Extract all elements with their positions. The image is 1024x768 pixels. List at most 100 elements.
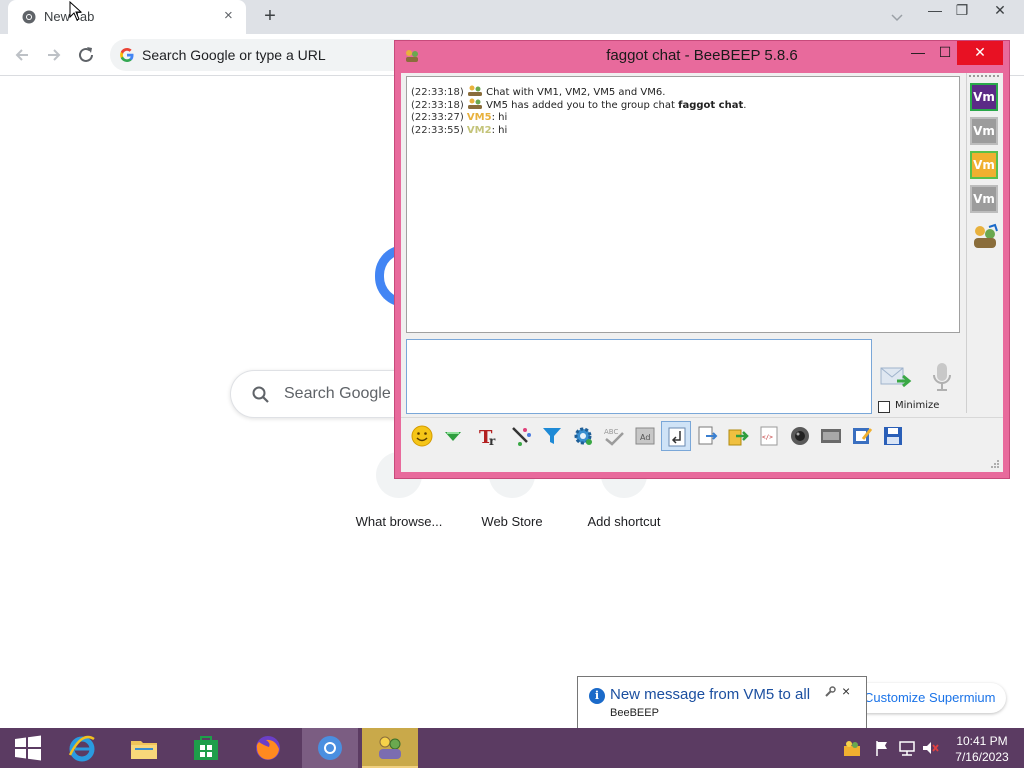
- taskbar-file-explorer[interactable]: [116, 728, 172, 768]
- message-text: .: [743, 100, 747, 111]
- mouse-cursor-icon: [69, 1, 83, 21]
- group-chat-icon: [467, 98, 482, 109]
- text-completer-icon: Ad: [635, 427, 655, 445]
- tab-search-chevron-icon[interactable]: [888, 8, 906, 26]
- browser-minimize-button[interactable]: —: [921, 0, 949, 22]
- network-icon[interactable]: [897, 738, 917, 758]
- start-button[interactable]: [0, 728, 56, 768]
- notification-title: New message from VM5 to all: [610, 686, 811, 703]
- user-list-panel: Vm Vm Vm Vm: [966, 73, 1000, 413]
- user-avatar[interactable]: Vm: [970, 83, 998, 111]
- svg-text:r: r: [489, 434, 496, 447]
- svg-text:ABC: ABC: [604, 428, 618, 436]
- chrome-icon: [22, 10, 36, 24]
- notification-body: BeeBEEP: [610, 707, 659, 719]
- shortcut-label: What browse...: [355, 514, 443, 529]
- taskbar-firefox[interactable]: [240, 728, 296, 768]
- beebeep-maximize-button[interactable]: ☐: [930, 41, 960, 65]
- chat-message: (22:33:55) VM2: hi: [411, 124, 955, 137]
- notes-edit-icon: [853, 428, 873, 444]
- film-strip-icon: [821, 429, 841, 443]
- beebeep-group-icon: [379, 736, 401, 759]
- floppy-disk-icon: [884, 427, 902, 445]
- message-time: (22:33:18): [411, 87, 464, 98]
- firefox-icon: [256, 736, 280, 760]
- customize-button[interactable]: Customize Supermium: [850, 683, 1006, 713]
- taskbar-internet-explorer[interactable]: [54, 728, 110, 768]
- forward-arrow-icon[interactable]: [43, 44, 65, 66]
- camera-lens-icon: [791, 427, 809, 445]
- font-color-button[interactable]: [506, 421, 536, 451]
- gear-icon: [574, 427, 592, 445]
- message-time: (22:33:18): [411, 100, 464, 111]
- resize-grip-icon[interactable]: [990, 459, 1000, 469]
- font-button[interactable]: Tr: [475, 421, 505, 451]
- taskbar-browser[interactable]: [302, 728, 358, 768]
- message-sender[interactable]: VM5: [467, 112, 492, 123]
- save-chat-button[interactable]: [692, 421, 722, 451]
- notification-close-button[interactable]: ×: [842, 683, 850, 699]
- taskbar-store[interactable]: [178, 728, 234, 768]
- send-message-icon[interactable]: [879, 363, 913, 393]
- clock-date: 7/16/2023: [955, 750, 1009, 764]
- back-arrow-icon[interactable]: [11, 44, 33, 66]
- taskbar: 10:41 PM 7/16/2023: [0, 728, 1024, 768]
- shortcut-label: Add shortcut: [587, 514, 661, 529]
- filter-button[interactable]: [537, 421, 567, 451]
- user-avatar[interactable]: Vm: [970, 151, 998, 179]
- return-key-icon: [668, 427, 686, 447]
- collapse-toolbar-button[interactable]: [438, 421, 468, 451]
- user-avatar[interactable]: Vm: [970, 185, 998, 213]
- new-tab-button[interactable]: +: [258, 5, 282, 29]
- emoticon-button[interactable]: [407, 421, 437, 451]
- screenshot-button[interactable]: [785, 421, 815, 451]
- beebeep-window: faggot chat - BeeBEEP 5.8.6 — ☐ ✕ (22:33…: [394, 40, 1010, 479]
- microphone-icon[interactable]: [931, 361, 953, 393]
- send-file-button[interactable]: [723, 421, 753, 451]
- chat-log[interactable]: (22:33:18) Chat with VM1, VM2, VM5 and V…: [406, 76, 960, 333]
- message-text: Chat with VM1, VM2, VM5 and VM6.: [486, 87, 666, 98]
- group-members-icon[interactable]: [971, 223, 999, 251]
- voice-message-button[interactable]: [816, 421, 846, 451]
- message-time: (22:33:55): [411, 125, 464, 136]
- beebeep-titlebar[interactable]: faggot chat - BeeBEEP 5.8.6 — ☐ ✕: [395, 41, 1009, 71]
- action-center-flag-icon[interactable]: [872, 738, 892, 758]
- reload-icon[interactable]: [75, 44, 97, 66]
- edit-notes-button[interactable]: [847, 421, 877, 451]
- save-button[interactable]: [878, 421, 908, 451]
- word-completer-button[interactable]: Ad: [630, 421, 660, 451]
- customize-label: Customize Supermium: [864, 690, 996, 705]
- browser-close-button[interactable]: ✕: [986, 0, 1014, 22]
- system-clock[interactable]: 10:41 PM 7/16/2023: [944, 733, 1020, 765]
- address-bar[interactable]: Search Google or type a URL: [110, 39, 410, 71]
- html-button[interactable]: </>: [754, 421, 784, 451]
- notification-balloon[interactable]: i New message from VM5 to all BeeBEEP ×: [577, 676, 867, 738]
- user-avatar[interactable]: Vm: [970, 117, 998, 145]
- tab-close-icon[interactable]: ×: [224, 8, 233, 24]
- taskbar-beebeep[interactable]: [362, 728, 418, 768]
- chromium-browser-icon: [318, 736, 342, 760]
- speaker-muted-icon[interactable]: [920, 738, 940, 758]
- message-sender[interactable]: VM2: [467, 125, 492, 136]
- beebeep-client-area: (22:33:18) Chat with VM1, VM2, VM5 and V…: [401, 73, 1003, 472]
- spellcheck-icon: ABC: [604, 428, 624, 446]
- search-icon: [252, 386, 269, 403]
- store-bag-icon: [194, 736, 218, 760]
- browser-restore-button[interactable]: ❐: [948, 0, 976, 22]
- beebeep-close-button[interactable]: ✕: [957, 41, 1003, 65]
- chat-message: (22:33:18) Chat with VM1, VM2, VM5 and V…: [411, 85, 955, 98]
- message-input[interactable]: [406, 339, 872, 414]
- beebeep-minimize-button[interactable]: —: [903, 41, 933, 65]
- clock-time: 10:41 PM: [956, 734, 1008, 748]
- browser-tab-new-tab[interactable]: New Tab ×: [8, 0, 246, 34]
- wrench-icon[interactable]: [824, 686, 836, 698]
- info-icon: i: [589, 688, 605, 704]
- message-text: VM5 has added you to the group chat: [486, 100, 679, 111]
- settings-button[interactable]: [568, 421, 598, 451]
- enter-sends-button[interactable]: [661, 421, 691, 451]
- chat-message: (22:33:18) VM5 has added you to the grou…: [411, 98, 955, 111]
- panel-grip[interactable]: [969, 75, 999, 78]
- spellcheck-button[interactable]: ABC: [599, 421, 629, 451]
- minimize-checkbox-box[interactable]: [878, 401, 890, 413]
- beebeep-tray-icon[interactable]: [842, 738, 862, 758]
